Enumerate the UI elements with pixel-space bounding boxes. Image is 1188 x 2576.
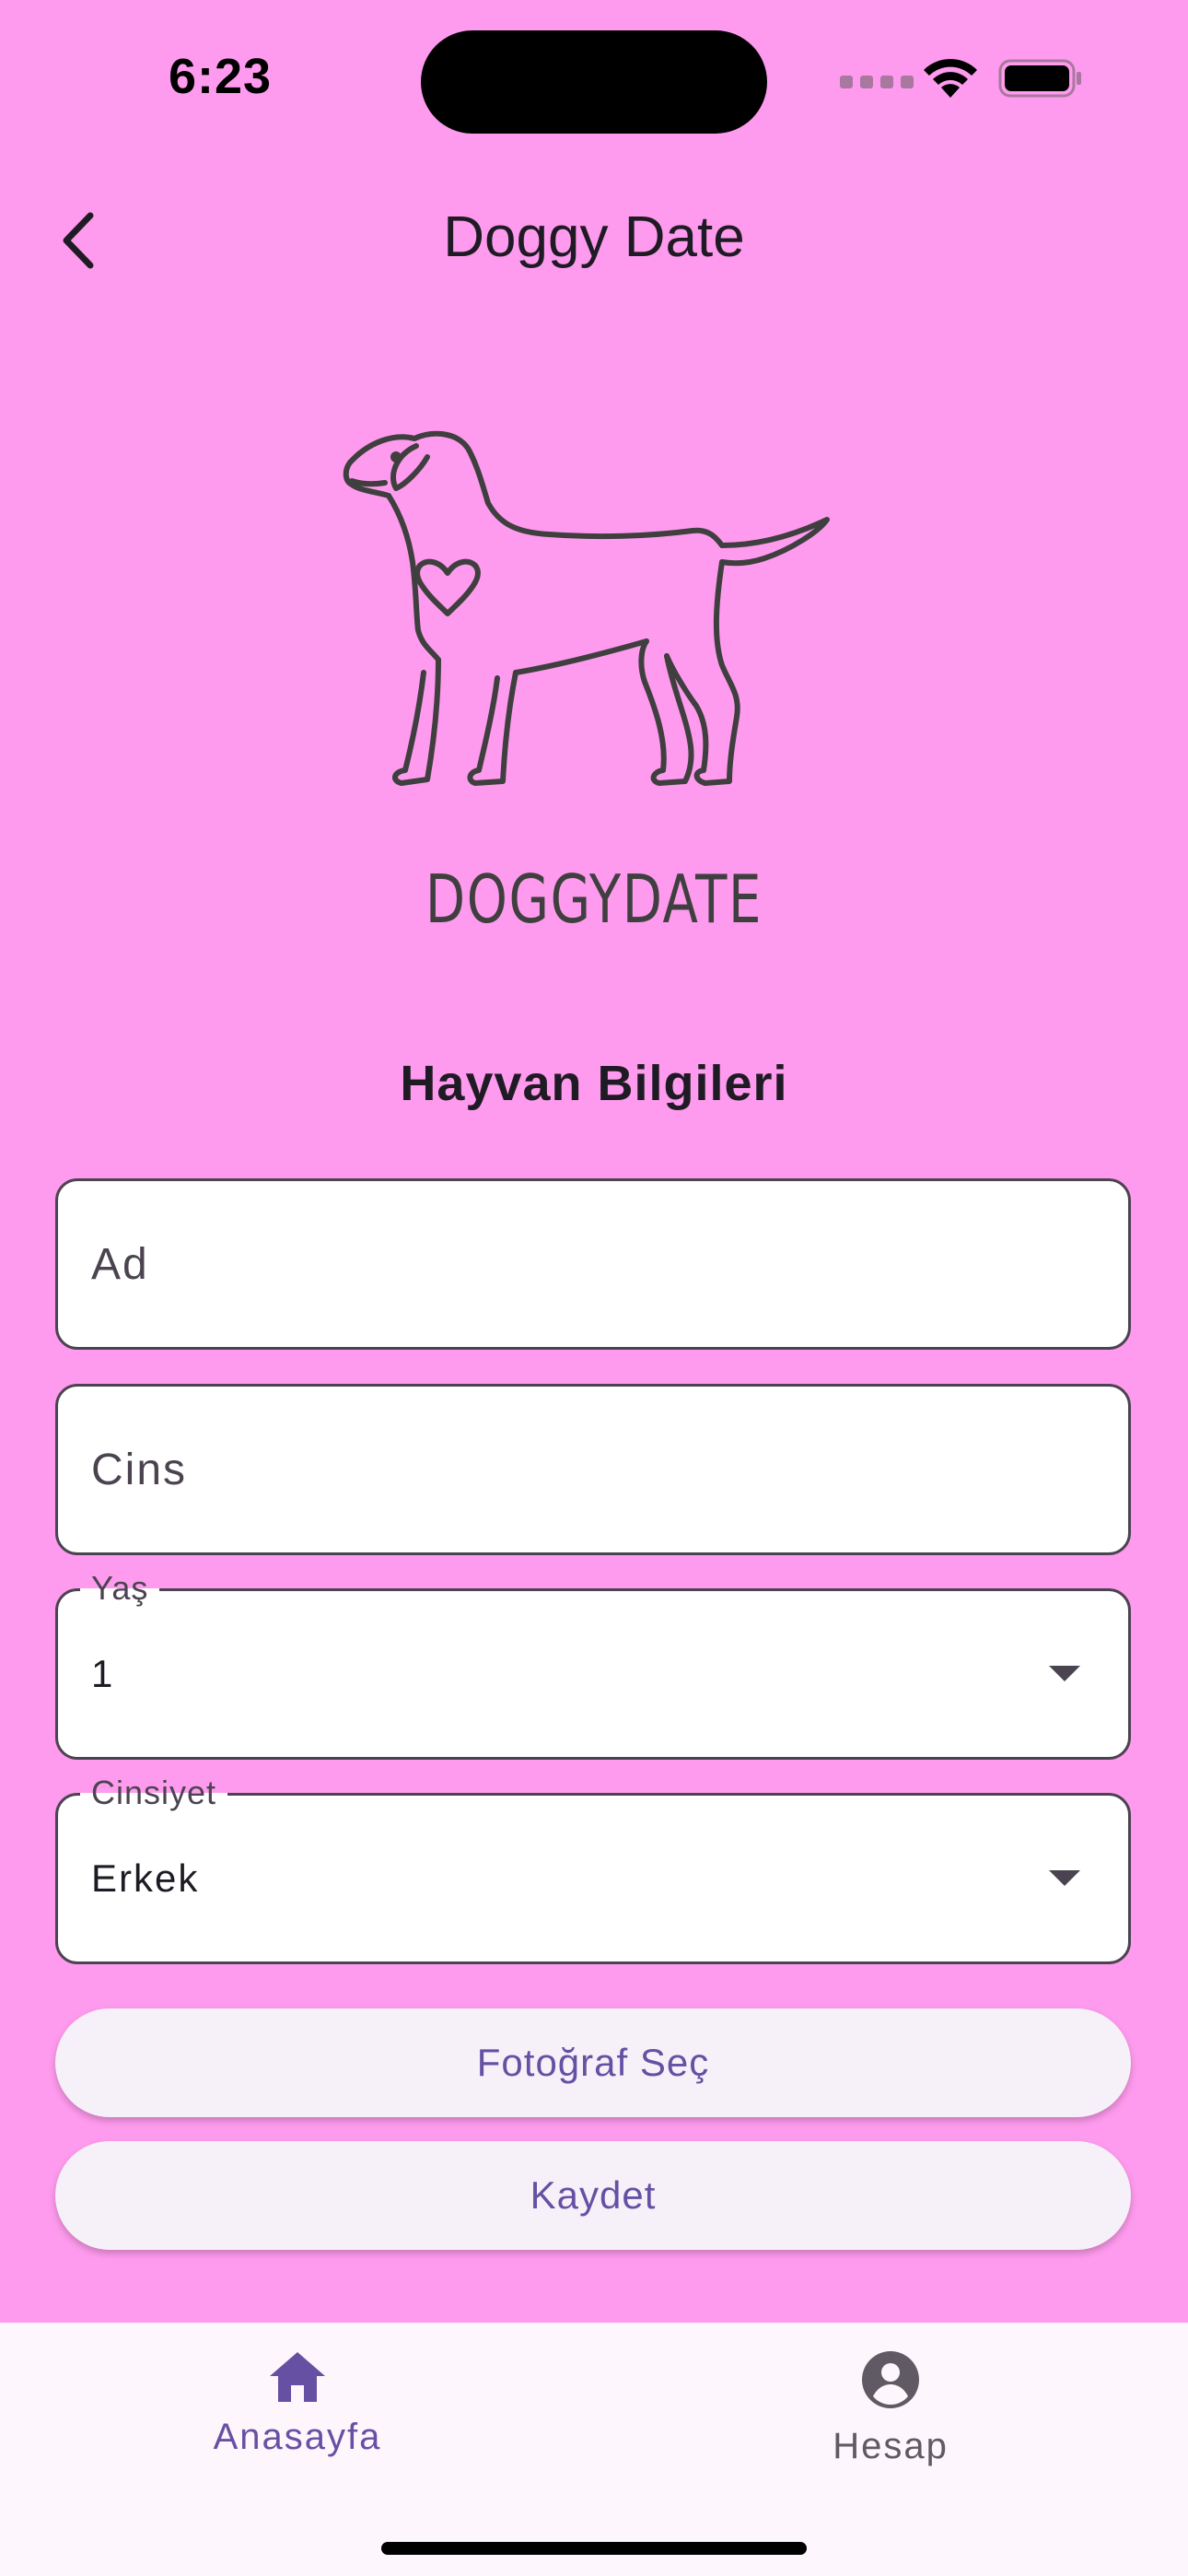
section-title: Hayvan Bilgileri	[400, 1056, 788, 1111]
gender-select[interactable]: Cinsiyet Erkek	[55, 1770, 1131, 1964]
account-circle-icon	[862, 2351, 919, 2408]
bottom-navigation: Anasayfa Hesap	[0, 2323, 1188, 2576]
breed-field[interactable]: Cins	[55, 1384, 1131, 1555]
nav-item-account[interactable]: Hesap	[752, 2350, 1029, 2507]
name-field-placeholder: Ad	[91, 1239, 149, 1289]
age-select[interactable]: Yaş 1	[55, 1565, 1131, 1760]
page-title: Doggy Date	[443, 205, 745, 269]
nav-item-home[interactable]: Anasayfa	[159, 2350, 436, 2507]
battery-icon	[998, 59, 1081, 98]
choose-photo-button[interactable]: Fotoğraf Seç	[55, 2008, 1131, 2117]
nav-label-home: Anasayfa	[213, 2417, 382, 2457]
dog-logo-icon	[343, 430, 830, 786]
wifi-icon	[924, 58, 977, 98]
cellular-signal-icon	[840, 76, 914, 88]
nav-label-account: Hesap	[833, 2426, 949, 2466]
gender-select-value: Erkek	[91, 1856, 200, 1900]
age-select-value: 1	[91, 1652, 115, 1695]
dropdown-arrow-icon	[1049, 1870, 1080, 1886]
home-indicator	[381, 2542, 807, 2555]
logo-text: DOGGYDATE	[425, 861, 763, 938]
save-button[interactable]: Kaydet	[55, 2141, 1131, 2250]
dynamic-island	[421, 30, 767, 134]
home-icon	[270, 2352, 325, 2402]
status-time: 6:23	[169, 49, 273, 104]
breed-field-placeholder: Cins	[91, 1445, 188, 1494]
dropdown-arrow-icon	[1049, 1666, 1080, 1681]
name-field[interactable]: Ad	[55, 1178, 1131, 1350]
